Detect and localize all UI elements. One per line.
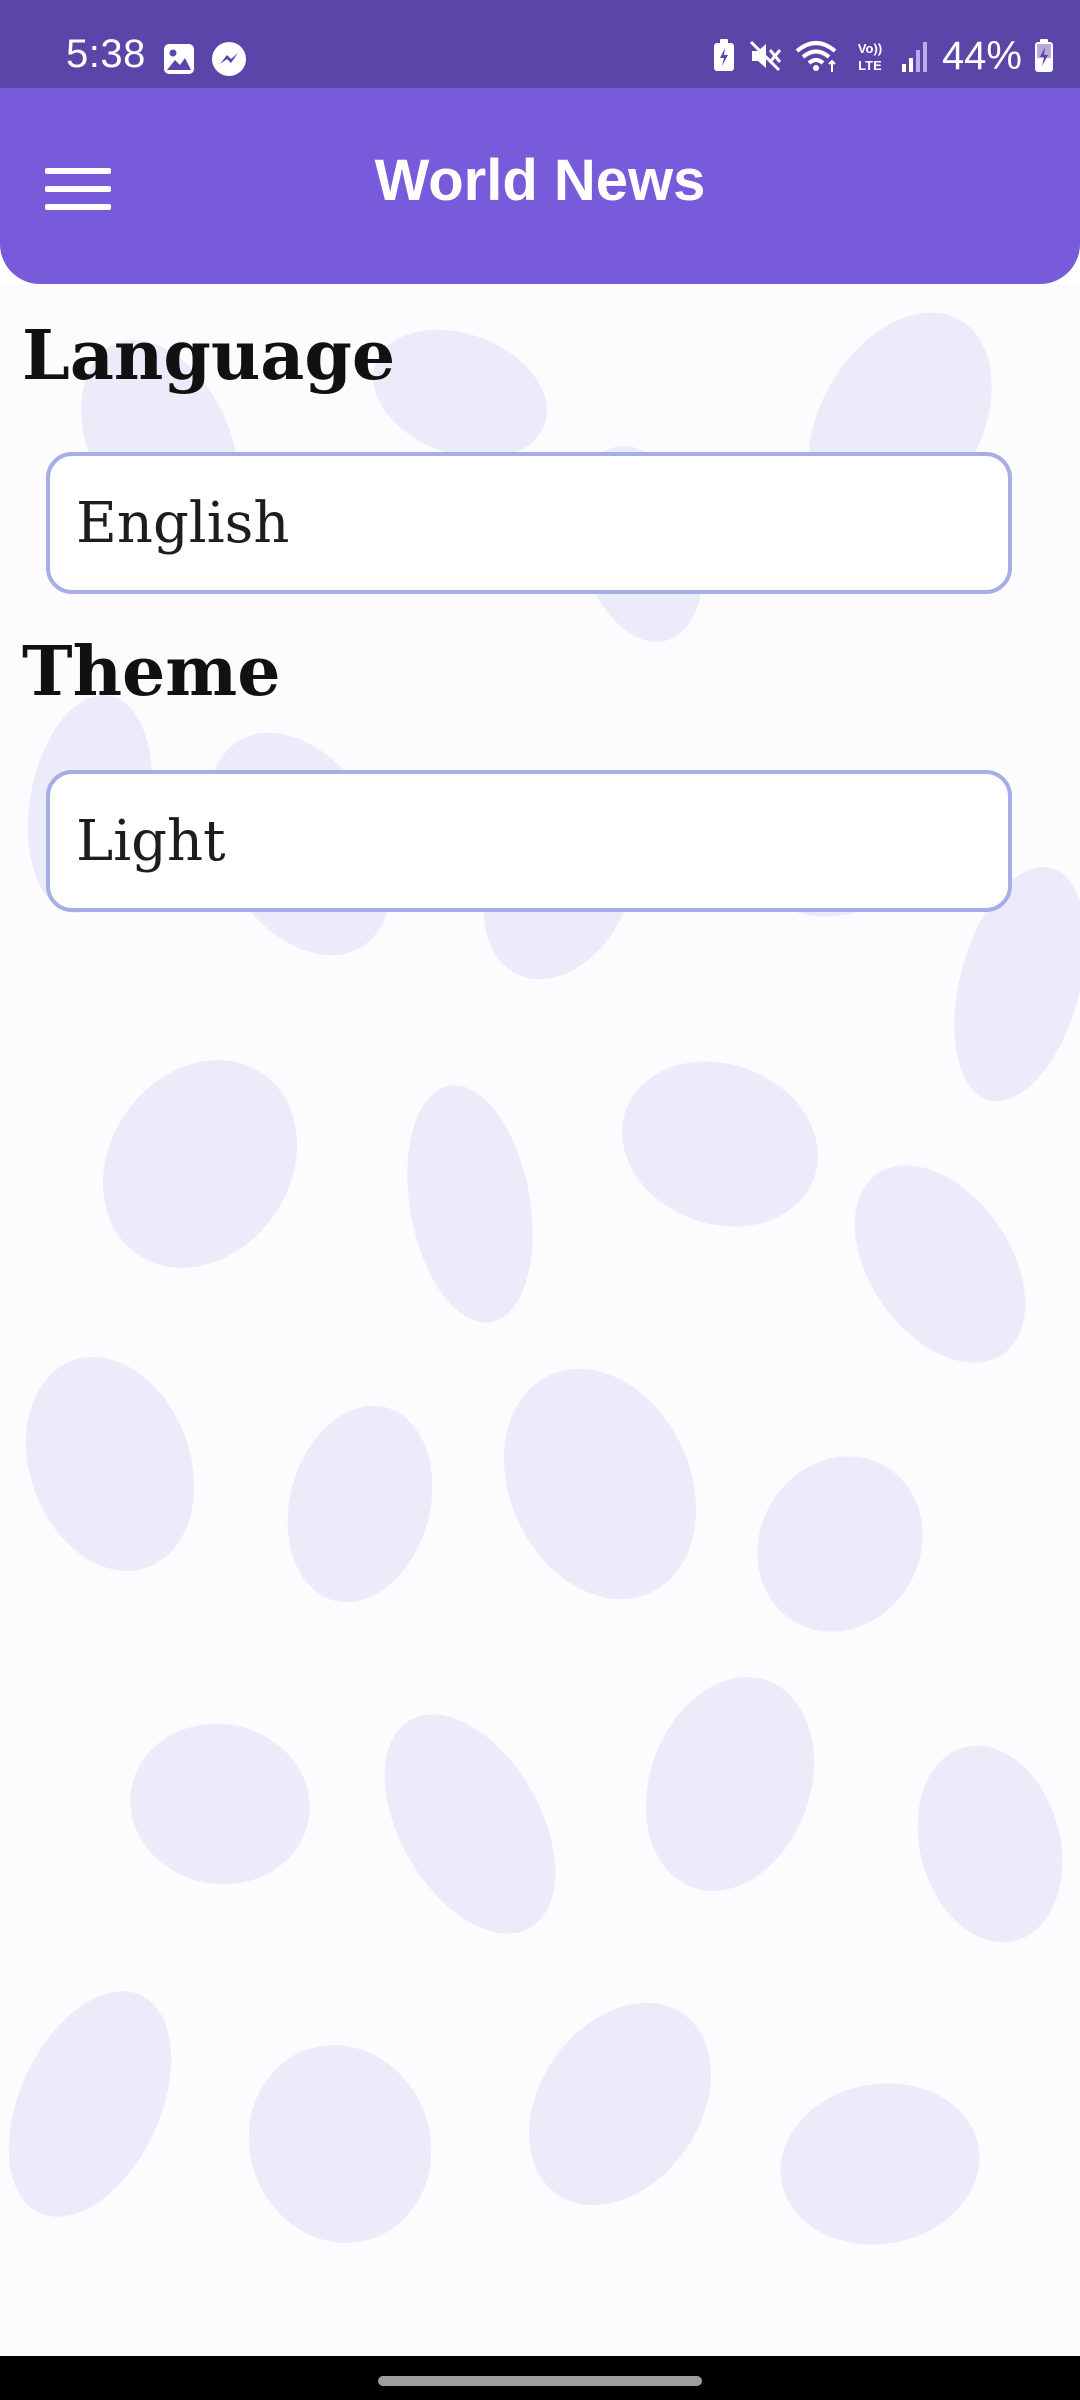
language-select-value: English (76, 491, 290, 556)
battery-percentage: 44% (941, 34, 1022, 78)
gallery-icon (162, 42, 196, 76)
battery-saver-icon (712, 39, 736, 73)
home-indicator[interactable] (378, 2376, 702, 2386)
battery-icon (1034, 39, 1054, 73)
status-bar: 5:38 Vo)) LTE 44% (0, 0, 1080, 88)
wifi-icon (794, 39, 840, 73)
signal-icon (900, 40, 930, 72)
status-notification-icons (162, 40, 248, 78)
language-select[interactable]: English (46, 452, 1012, 594)
theme-label: Theme (22, 632, 281, 712)
settings-content: Language English Theme Light (0, 284, 1080, 2356)
theme-select-value: Light (76, 809, 226, 874)
svg-text:LTE: LTE (858, 58, 882, 73)
mute-icon (748, 39, 782, 73)
messenger-icon (210, 40, 248, 78)
app-bar: World News (0, 88, 1080, 284)
navigation-bar (0, 2356, 1080, 2400)
status-time: 5:38 (66, 32, 146, 76)
svg-text:Vo)): Vo)) (858, 41, 882, 56)
status-system-icons: Vo)) LTE 44% (712, 36, 1054, 76)
theme-select[interactable]: Light (46, 770, 1012, 912)
volte-icon: Vo)) LTE (852, 38, 888, 74)
background-pattern (8, 312, 1080, 2245)
language-label: Language (22, 316, 396, 396)
page-title: World News (374, 148, 706, 213)
